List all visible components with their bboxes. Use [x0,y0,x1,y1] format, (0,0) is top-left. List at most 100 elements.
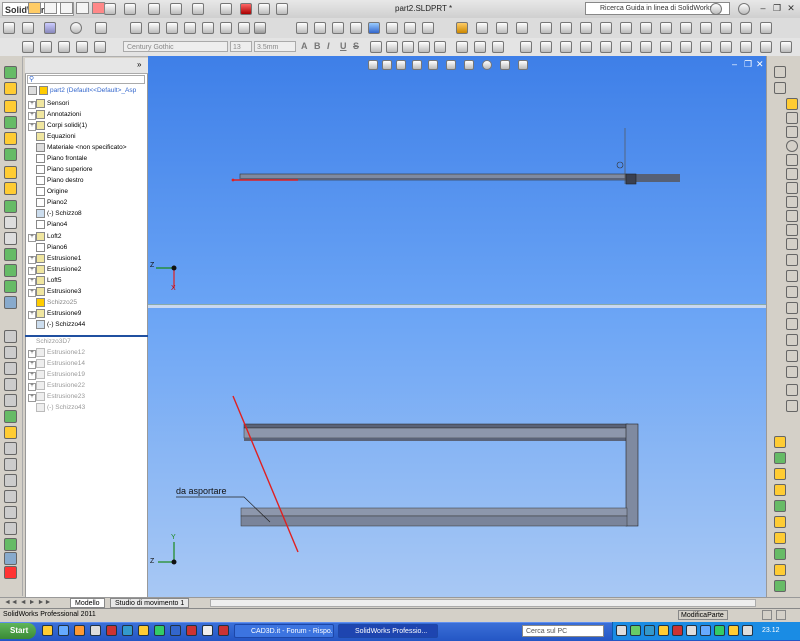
assembly-icon[interactable] [774,436,786,448]
move-entities-icon[interactable] [4,490,17,503]
italic-button[interactable]: I [327,41,330,51]
text-sketch-icon[interactable] [786,238,798,250]
weld-symbol-icon[interactable] [620,41,632,53]
point-icon[interactable] [786,210,798,222]
top-view-icon[interactable] [202,22,214,34]
expand-toggle[interactable]: + [28,234,36,242]
mirror-sketch-icon[interactable] [786,366,798,378]
circular-sketch-pattern-icon[interactable] [786,400,798,412]
swept-boss-icon[interactable] [4,132,17,145]
tree-filter-input[interactable] [27,75,145,84]
rotate-view-icon[interactable] [640,22,652,34]
mold-tools-icon[interactable] [774,500,786,512]
hidden-lines-icon[interactable] [314,22,326,34]
tree-item-loft2[interactable]: Loft2 [36,231,61,242]
expand-toggle[interactable]: + [28,361,36,369]
tree-item-equazioni[interactable]: Equazioni [36,131,76,142]
tab-studio-movimento[interactable]: Studio di movimento 1 [110,598,190,608]
spline-sketch-icon[interactable] [786,196,798,208]
chamfer-sketch-icon[interactable] [786,270,798,282]
render-icon[interactable] [516,22,528,34]
tree-item-schizzo43[interactable]: (-) Schizzo43 [36,402,85,413]
perspective-icon[interactable] [422,22,434,34]
print-icon[interactable] [170,3,182,15]
tree-item-estrusione23[interactable]: Estrusione23 [36,391,85,402]
tray-icon-8[interactable] [714,625,725,636]
quicklaunch-app2-icon[interactable] [122,625,133,636]
quicklaunch-app4-icon[interactable] [154,625,165,636]
smart-dimension-tool-icon[interactable] [4,82,17,95]
tree-item-schizzo3d7[interactable]: Schizzo3D7 [36,336,71,347]
polygon-icon[interactable] [786,182,798,194]
text-box-icon[interactable] [434,41,446,53]
quicklaunch-folder-icon[interactable] [42,625,53,636]
tree-item-piano-superiore[interactable]: Piano superiore [36,164,93,175]
quicklaunch-app1-icon[interactable] [106,625,117,636]
rib-icon[interactable] [4,232,17,245]
ordinate-dim-icon[interactable] [492,41,504,53]
repair-sketch-icon[interactable] [4,522,17,535]
apply-scene-icon[interactable] [740,22,752,34]
offset-sketch-icon[interactable] [786,286,798,298]
font-select[interactable]: Century Gothic [123,41,228,52]
quicklaunch-app7-icon[interactable] [202,625,213,636]
display-style-icon[interactable] [254,22,266,34]
tree-item-schizzo44[interactable]: (-) Schizzo44 [36,319,85,330]
sheet-metal-icon[interactable] [774,484,786,496]
dimxpert-tab[interactable] [76,2,89,14]
note-icon[interactable] [520,41,532,53]
quicklaunch-ie-icon[interactable] [58,625,69,636]
help-icon[interactable] [738,3,750,15]
tree-item-estrusione3[interactable]: Estrusione3 [36,286,81,297]
save-icon[interactable] [148,3,160,15]
line-format-icon[interactable] [40,41,52,53]
circle-sketch-icon[interactable] [786,140,798,152]
task-pane-resources-icon[interactable] [774,66,786,78]
instant3d-icon[interactable] [4,566,17,579]
section-view-icon[interactable] [386,22,398,34]
shaded-edges-icon[interactable] [350,22,362,34]
undo-icon[interactable] [192,3,204,15]
fillet-sketch-icon[interactable] [786,254,798,266]
tree-item-estrusione14[interactable]: Estrusione14 [36,358,85,369]
linear-sketch-pattern-icon[interactable] [786,384,798,396]
note-da-asportare[interactable]: da asportare [176,486,227,496]
rectangle-tool-icon[interactable] [4,346,17,359]
chamfer-icon[interactable] [4,216,17,229]
expand-toggle[interactable]: + [28,372,36,380]
parallelogram-icon[interactable] [786,126,798,138]
back-view-icon[interactable] [148,22,160,34]
offset-entities-icon[interactable] [4,442,17,455]
rapid-sketch-icon[interactable] [4,552,17,565]
sketch-icon[interactable] [4,66,17,79]
tree-item-annotazioni[interactable]: Annotazioni [36,109,81,120]
tree-item-materiale[interactable]: Materiale <non specificato> [36,142,127,153]
start-button[interactable]: Start [0,623,36,639]
select-mode-icon[interactable] [44,22,56,34]
trim-sketch-icon[interactable] [786,318,798,330]
quicklaunch-app6-icon[interactable] [186,625,197,636]
quicklaunch-app8-icon[interactable] [218,625,229,636]
quicklaunch-app3-icon[interactable] [138,625,149,636]
bold-button[interactable]: B [314,41,321,51]
status-help-icon[interactable] [776,610,786,620]
expand-toggle[interactable]: + [28,278,36,286]
view-settings-icon[interactable] [760,22,772,34]
weldments-icon[interactable] [774,468,786,480]
tab-modello[interactable]: Modello [70,598,105,608]
font-height-select[interactable]: 3.5mm [254,41,296,52]
circle-tool-icon[interactable] [4,362,17,375]
tray-icon-4[interactable] [658,625,669,636]
open-folder-icon[interactable] [124,3,136,15]
close-icon[interactable]: ✕ [786,3,796,13]
datum-target-icon[interactable] [680,41,692,53]
font-size-up-button[interactable]: A [301,41,308,51]
expand-toggle[interactable]: + [28,394,36,402]
tree-item-loft5[interactable]: Loft5 [36,275,61,286]
sketch-pattern-icon[interactable] [4,474,17,487]
extend-icon[interactable] [786,334,798,346]
photoview-icon[interactable] [774,564,786,576]
toolbox-icon[interactable] [560,22,572,34]
align-right-icon[interactable] [402,41,414,53]
revolved-cut-icon[interactable] [4,182,17,195]
